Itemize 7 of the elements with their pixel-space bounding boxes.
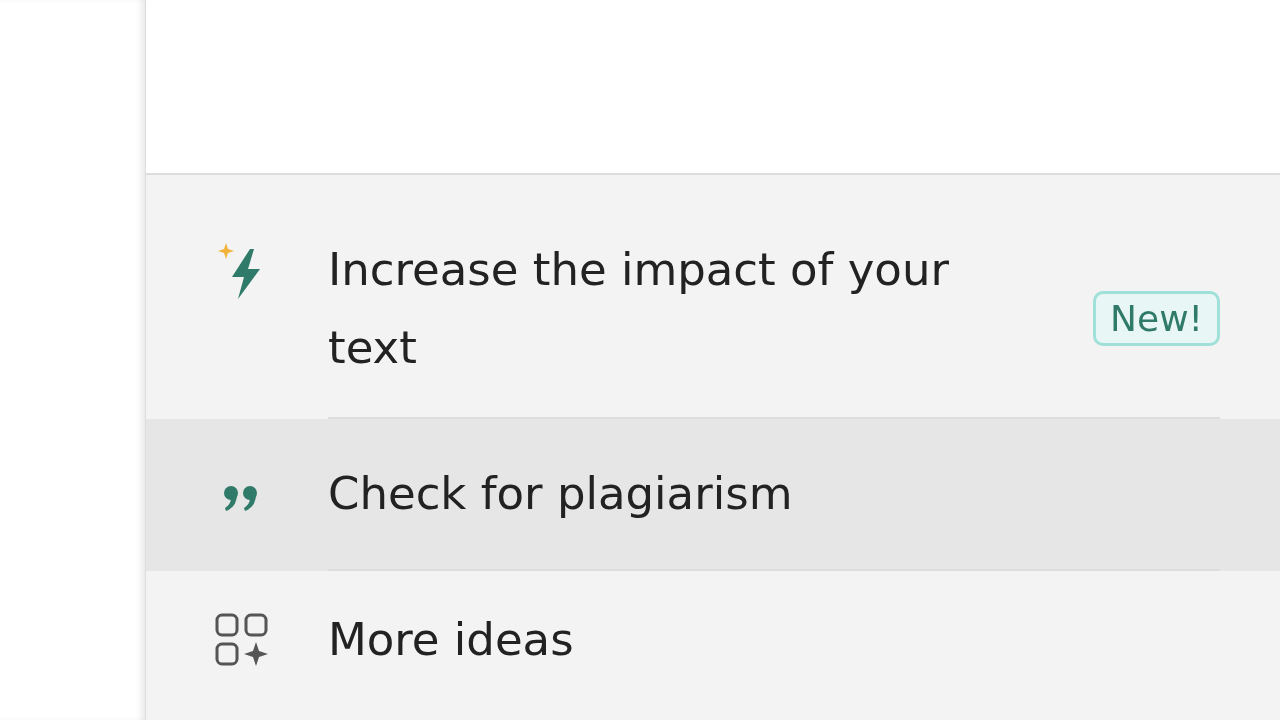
- menu-item-label: Check for plagiarism: [328, 466, 794, 522]
- grid-sparkle-icon: [215, 613, 269, 667]
- menu-item-label: Increase the impact of your text: [328, 242, 950, 376]
- menu-item[interactable]: Check for plagiarism: [146, 419, 1280, 571]
- new-badge: New!: [1093, 291, 1220, 346]
- menu-item-label: More ideas: [328, 612, 575, 668]
- menu-item[interactable]: More ideas: [146, 571, 1280, 709]
